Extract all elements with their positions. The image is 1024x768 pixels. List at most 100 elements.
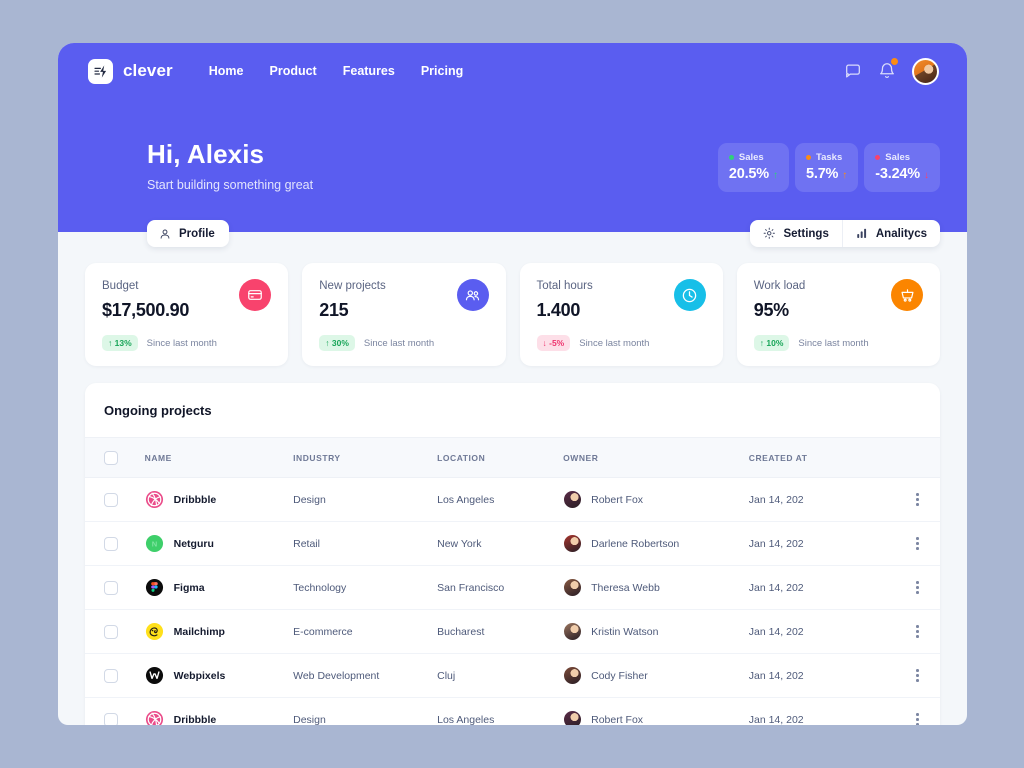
cell-name: Webpixels: [144, 653, 294, 698]
nav-link-features[interactable]: Features: [343, 64, 395, 78]
project-name: Webpixels: [173, 669, 226, 682]
kpi-caption: Since last month: [146, 337, 217, 349]
stat-badge-sales-1[interactable]: Sales 20.5% ↑: [717, 143, 789, 192]
kpi-card-total-hours[interactable]: Total hours 1.400 ↓ -5% Since last month: [519, 263, 723, 366]
table-header: NAME INDUSTRY LOCATION OWNER CREATED AT: [85, 437, 940, 478]
project-name: Figma: [173, 581, 205, 594]
webpixels-logo: [145, 666, 164, 685]
row-checkbox[interactable]: [104, 624, 118, 639]
trend-down-icon: ↓: [924, 170, 929, 181]
row-checkbox[interactable]: [104, 668, 118, 683]
cell-location: Los Angeles: [437, 697, 564, 725]
column-header-created-at[interactable]: CREATED AT: [748, 437, 895, 478]
cell-actions: [895, 521, 940, 566]
main-content: Budget $17,500.90 ↑ 13% Since last month…: [58, 232, 967, 725]
cell-location: San Francisco: [437, 565, 564, 610]
avatar[interactable]: [912, 57, 939, 85]
stat-badge-tasks[interactable]: Tasks 5.7% ↑: [795, 143, 859, 192]
nav-right-actions: [844, 57, 939, 85]
owner-name: Robert Fox: [591, 493, 644, 506]
analytics-button[interactable]: Analitycs: [841, 220, 940, 247]
cell-industry: Design: [293, 477, 438, 522]
row-select-cell: [85, 477, 145, 522]
row-checkbox[interactable]: [104, 580, 118, 595]
hero-stat-badges: Sales 20.5% ↑ Tasks 5.7% ↑ Sales -3.24% …: [717, 143, 940, 192]
brand-logo[interactable]: clever: [88, 58, 173, 84]
owner-name: Cody Fisher: [591, 669, 648, 682]
cell-actions: [895, 477, 940, 522]
cell-owner: Robert Fox: [563, 477, 749, 522]
panel-title: Ongoing projects: [104, 403, 212, 418]
stat-badge-value: 5.7%: [806, 166, 839, 182]
owner-avatar: [563, 490, 583, 509]
hero-banner: clever Home Product Features Pricing Hi,…: [58, 43, 967, 247]
chat-icon[interactable]: [844, 62, 862, 80]
owner-name: Robert Fox: [591, 713, 644, 726]
cell-location: Cluj: [437, 653, 564, 698]
kpi-card-row: Budget $17,500.90 ↑ 13% Since last month…: [85, 263, 940, 366]
row-checkbox[interactable]: [104, 536, 118, 551]
project-name: Dribbble: [173, 713, 217, 726]
row-more-menu-icon[interactable]: [895, 537, 940, 550]
row-checkbox[interactable]: [104, 492, 118, 507]
table-row[interactable]: Dribbble Design Los Angeles Robert Fox J…: [85, 477, 940, 522]
cell-industry: Retail: [293, 521, 438, 566]
nav-link-pricing[interactable]: Pricing: [421, 64, 463, 78]
cell-name: N Netguru: [144, 521, 294, 566]
cell-location: New York: [437, 521, 564, 566]
cell-created-at: Jan 14, 202: [748, 653, 895, 698]
cell-industry: Technology: [293, 565, 438, 610]
row-checkbox[interactable]: [104, 712, 118, 725]
kpi-card-work-load[interactable]: Work load 95% ↑ 10% Since last month: [736, 263, 940, 366]
owner-avatar: [563, 622, 583, 641]
table-row[interactable]: Mailchimp E-commerce Bucharest Kristin W…: [85, 609, 940, 654]
settings-button[interactable]: Settings: [750, 220, 841, 247]
lightning-doc-icon: [88, 58, 113, 84]
nav-link-product[interactable]: Product: [270, 64, 317, 78]
row-more-menu-icon[interactable]: [895, 493, 940, 506]
row-more-menu-icon[interactable]: [895, 625, 940, 638]
table-row[interactable]: N Netguru Retail New York Darlene Robert…: [85, 521, 940, 566]
stat-badge-label: Sales: [885, 152, 911, 163]
row-more-menu-icon[interactable]: [895, 669, 940, 682]
bell-icon[interactable]: [878, 58, 898, 80]
kpi-card-budget[interactable]: Budget $17,500.90 ↑ 13% Since last month: [85, 263, 289, 366]
netguru-logo: N: [145, 534, 164, 553]
row-more-menu-icon[interactable]: [895, 581, 940, 594]
profile-button[interactable]: Profile: [147, 220, 229, 247]
row-select-cell: [85, 609, 145, 654]
trend-up-icon: ↑: [773, 170, 778, 181]
table-row[interactable]: Dribbble Design Los Angeles Robert Fox J…: [85, 697, 940, 726]
stat-badge-sales-2[interactable]: Sales -3.24% ↓: [864, 143, 940, 192]
owner-name: Darlene Robertson: [591, 537, 680, 550]
row-more-menu-icon[interactable]: [895, 713, 940, 725]
person-icon: [159, 227, 172, 240]
stat-badge-label: Sales: [738, 152, 764, 163]
column-header-industry[interactable]: INDUSTRY: [293, 437, 438, 478]
status-dot: [875, 155, 881, 160]
table-row[interactable]: Figma Technology San Francisco Theresa W…: [85, 565, 940, 610]
kpi-trend-badge: ↑ 13%: [102, 335, 138, 351]
stat-badge-label: Tasks: [816, 152, 843, 163]
column-header-actions: [895, 437, 940, 478]
kpi-caption: Since last month: [363, 337, 435, 349]
kpi-trend-badge: ↑ 10%: [753, 335, 790, 351]
dribbble-logo: [145, 490, 164, 509]
clock-icon: [673, 279, 706, 311]
dribbble-logo: [145, 710, 164, 725]
cell-industry: E-commerce: [293, 609, 438, 654]
status-dot: [806, 155, 811, 160]
column-header-name[interactable]: NAME: [144, 437, 294, 478]
table-row[interactable]: Webpixels Web Development Cluj Cody Fish…: [85, 653, 940, 698]
column-header-location[interactable]: LOCATION: [437, 437, 564, 478]
nav-link-home[interactable]: Home: [209, 64, 244, 78]
stat-badge-value: 20.5%: [728, 166, 769, 182]
cell-industry: Web Development: [293, 653, 438, 698]
column-header-owner[interactable]: OWNER: [563, 437, 749, 478]
cell-actions: [895, 565, 940, 610]
kpi-card-new-projects[interactable]: New projects 215 ↑ 30% Since last month: [302, 263, 506, 366]
notification-dot: [891, 58, 898, 65]
status-dot: [728, 155, 734, 160]
kpi-caption: Since last month: [798, 337, 869, 349]
select-all-checkbox[interactable]: [104, 451, 118, 465]
